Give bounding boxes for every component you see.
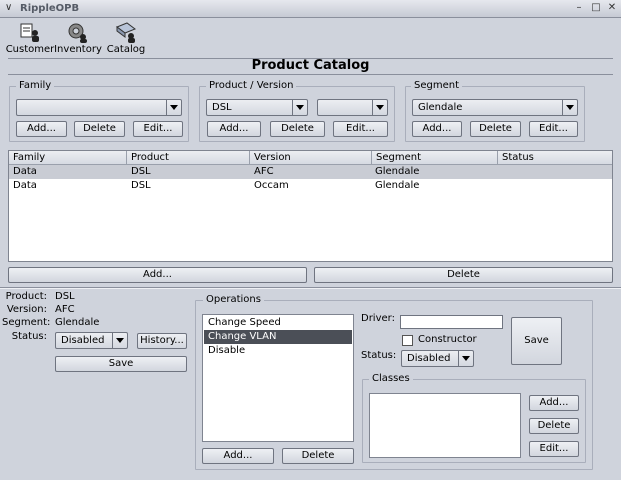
constructor-label: Constructor <box>418 334 477 345</box>
details-save-button[interactable]: Save <box>55 356 187 372</box>
cell-version: AFC <box>254 166 274 177</box>
operations-add-button[interactable]: Add... <box>202 448 274 464</box>
family-select[interactable] <box>16 99 182 116</box>
cell-version: Occam <box>254 180 289 191</box>
minimize-icon[interactable]: – <box>572 2 586 13</box>
product-version-legend: Product / Version <box>206 80 297 91</box>
page-title: Product Catalog <box>251 58 370 73</box>
family-delete-button[interactable]: Delete <box>74 121 125 137</box>
version-value: AFC <box>55 304 75 315</box>
chevron-down-icon <box>372 100 387 115</box>
classes-legend: Classes <box>369 373 413 384</box>
inventory-button[interactable]: Inventory <box>54 20 102 60</box>
product-edit-button[interactable]: Edit... <box>333 121 388 137</box>
segment-add-button[interactable]: Add... <box>412 121 462 137</box>
constructor-checkbox[interactable] <box>402 335 413 346</box>
operation-save-button[interactable]: Save <box>511 317 562 365</box>
maximize-icon[interactable]: □ <box>589 2 603 13</box>
customer-icon <box>20 23 39 42</box>
segment-select[interactable]: Glendale <box>412 99 578 116</box>
column-header-version[interactable]: Version <box>250 151 372 165</box>
cell-product: DSL <box>131 166 151 177</box>
list-item[interactable]: Change VLAN <box>204 330 352 344</box>
catalog-table[interactable]: Family Product Version Segment Status Da… <box>8 150 613 262</box>
product-value: DSL <box>55 291 75 302</box>
chevron-down-icon <box>458 351 473 366</box>
chevron-down-icon <box>292 100 307 115</box>
catalog-icon <box>115 22 137 43</box>
family-add-button[interactable]: Add... <box>16 121 67 137</box>
version-select[interactable] <box>317 99 388 116</box>
operations-legend: Operations <box>203 294 264 305</box>
family-edit-button[interactable]: Edit... <box>133 121 183 137</box>
catalog-button[interactable]: Catalog <box>104 20 148 60</box>
operation-status-value: Disabled <box>407 353 451 364</box>
chevron-down-icon <box>112 333 127 348</box>
window-menu-icon[interactable]: ∨ <box>5 2 12 13</box>
status-select[interactable]: Disabled <box>55 332 128 349</box>
table-delete-button[interactable]: Delete <box>314 267 613 283</box>
classes-delete-button[interactable]: Delete <box>529 418 579 434</box>
cell-family: Data <box>13 166 37 177</box>
chevron-down-icon <box>562 100 577 115</box>
classes-edit-button[interactable]: Edit... <box>529 441 579 457</box>
column-header-status[interactable]: Status <box>498 151 612 165</box>
product-add-button[interactable]: Add... <box>207 121 261 137</box>
close-icon[interactable]: ✕ <box>605 2 619 13</box>
segment-value: Glendale <box>55 317 100 328</box>
status-select-value: Disabled <box>61 335 105 346</box>
product-label: Product: <box>5 291 47 302</box>
operation-status-label: Status: <box>361 350 397 361</box>
driver-label: Driver: <box>361 313 395 324</box>
section-divider <box>0 287 621 289</box>
customer-button[interactable]: Customer <box>6 20 54 60</box>
list-item[interactable]: Disable <box>204 344 352 358</box>
gear-icon <box>68 23 87 43</box>
operations-list[interactable]: Change Speed Change VLAN Disable <box>202 314 354 442</box>
segment-delete-button[interactable]: Delete <box>470 121 521 137</box>
version-label: Version: <box>6 304 47 315</box>
driver-field[interactable] <box>400 315 503 329</box>
header-divider <box>8 74 613 75</box>
column-header-family[interactable]: Family <box>9 151 127 165</box>
classes-add-button[interactable]: Add... <box>529 395 579 411</box>
list-item[interactable]: Change Speed <box>204 316 352 330</box>
segment-legend: Segment <box>411 80 462 91</box>
product-delete-button[interactable]: Delete <box>270 121 325 137</box>
table-add-button[interactable]: Add... <box>8 267 307 283</box>
table-row[interactable]: Data DSL Occam Glendale <box>9 179 612 193</box>
classes-list[interactable] <box>369 393 521 458</box>
family-legend: Family <box>16 80 55 91</box>
title-bar: ∨ RippleOPB – □ ✕ <box>0 0 621 18</box>
chevron-down-icon <box>166 100 181 115</box>
segment-edit-button[interactable]: Edit... <box>529 121 578 137</box>
status-label: Status: <box>11 331 47 342</box>
column-header-segment[interactable]: Segment <box>372 151 498 165</box>
segment-label: Segment: <box>2 317 51 328</box>
cell-segment: Glendale <box>375 166 420 177</box>
product-select-value: DSL <box>212 102 232 113</box>
cell-family: Data <box>13 180 37 191</box>
catalog-label: Catalog <box>106 44 146 55</box>
history-button[interactable]: History... <box>137 333 187 349</box>
window-title: RippleOPB <box>20 3 80 14</box>
segment-select-value: Glendale <box>418 102 463 113</box>
driver-field-value <box>401 316 404 327</box>
product-select[interactable]: DSL <box>206 99 308 116</box>
operation-status-select[interactable]: Disabled <box>401 350 474 367</box>
cell-product: DSL <box>131 180 151 191</box>
table-row[interactable]: Data DSL AFC Glendale <box>9 165 612 179</box>
column-header-product[interactable]: Product <box>127 151 250 165</box>
operations-delete-button[interactable]: Delete <box>282 448 354 464</box>
cell-segment: Glendale <box>375 180 420 191</box>
